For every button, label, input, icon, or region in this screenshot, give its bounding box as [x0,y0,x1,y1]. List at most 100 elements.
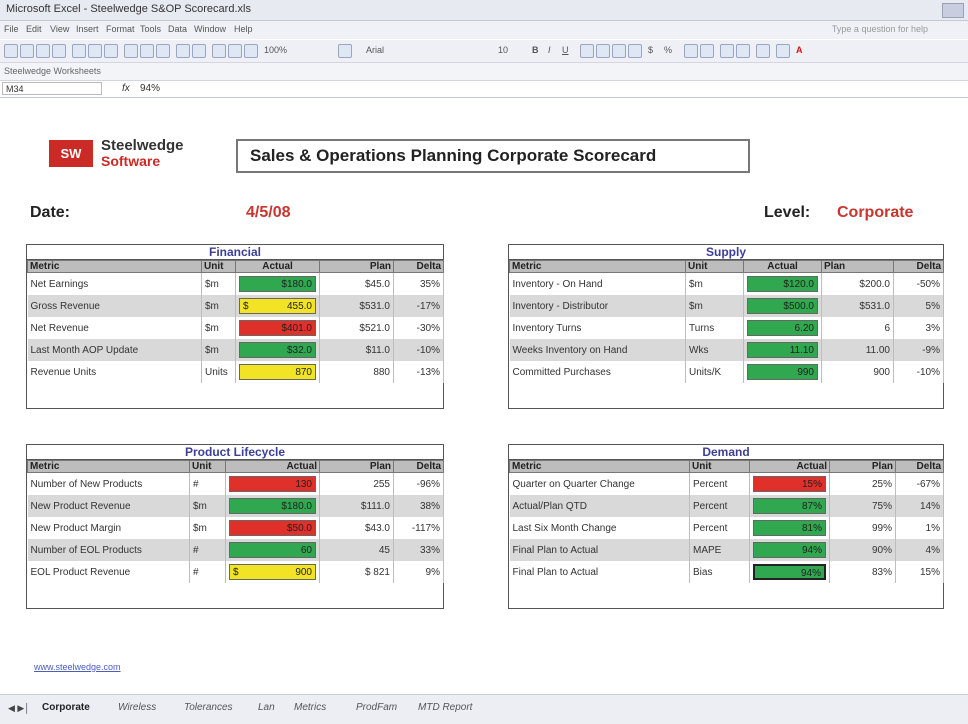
tab-scroll-icon[interactable]: ◀ ▶│ [8,703,30,714]
percent-icon[interactable]: % [664,45,672,55]
unit-cell[interactable]: # [189,539,226,561]
delta-cell[interactable]: -50% [893,272,944,295]
metric-cell[interactable]: EOL Product Revenue [27,561,190,583]
metric-cell[interactable]: Final Plan to Actual [509,561,690,583]
actual-cell[interactable]: $180.0 [225,495,320,517]
delta-cell[interactable]: -67% [895,472,944,495]
formula-input[interactable]: 94% [140,83,160,94]
metric-cell[interactable]: Number of New Products [27,472,190,495]
help-icon[interactable] [338,44,352,58]
tab-mtd-report[interactable]: MTD Report [418,702,472,713]
decrease-decimal-icon[interactable] [700,44,714,58]
unit-cell[interactable]: Bias [689,561,750,583]
unit-cell[interactable]: Percent [689,472,750,495]
help-search-input[interactable]: Type a question for help [832,24,928,34]
plan-cell[interactable]: $ 821 [319,561,394,583]
font-size-select[interactable]: 10 [498,45,508,55]
delta-cell[interactable]: 3% [893,317,944,339]
actual-cell[interactable]: 87% [749,495,830,517]
fx-icon[interactable]: fx [122,83,130,94]
delta-cell[interactable]: 14% [895,495,944,517]
delta-cell[interactable]: 9% [393,561,444,583]
metric-cell[interactable]: Weeks Inventory on Hand [509,339,686,361]
metric-cell[interactable]: New Product Revenue [27,495,190,517]
undo-icon[interactable] [176,44,190,58]
unit-cell[interactable]: # [189,472,226,495]
unit-cell[interactable]: $m [201,317,236,339]
delta-cell[interactable]: -10% [893,361,944,383]
level-value[interactable]: Corporate [837,204,913,222]
window-minimize-button[interactable] [942,3,964,18]
delta-cell[interactable]: 38% [393,495,444,517]
unit-cell[interactable]: # [189,561,226,583]
delta-cell[interactable]: -96% [393,472,444,495]
plan-cell[interactable]: $521.0 [319,317,394,339]
delta-cell[interactable]: 5% [893,295,944,317]
actual-cell[interactable]: $455.0 [235,295,320,317]
align-left-icon[interactable] [580,44,594,58]
zoom-select[interactable]: 100% [264,45,287,55]
unit-cell[interactable]: $m [201,339,236,361]
actual-cell[interactable]: 990 [743,361,822,383]
delta-cell[interactable]: 1% [895,517,944,539]
delta-cell[interactable]: 4% [895,539,944,561]
increase-decimal-icon[interactable] [684,44,698,58]
print-preview-icon[interactable] [88,44,102,58]
metric-cell[interactable]: Net Earnings [27,272,202,295]
unit-cell[interactable]: Percent [689,517,750,539]
plan-cell[interactable]: 25% [829,472,896,495]
metric-cell[interactable]: Number of EOL Products [27,539,190,561]
unit-cell[interactable]: Wks [685,339,744,361]
plan-cell[interactable]: $43.0 [319,517,394,539]
copy-icon[interactable] [140,44,154,58]
actual-cell[interactable]: $401.0 [235,317,320,339]
tab-tolerances[interactable]: Tolerances [184,702,233,713]
actual-cell[interactable]: 60 [225,539,320,561]
plan-cell[interactable]: 45 [319,539,394,561]
actual-cell[interactable]: $900 [225,561,320,583]
metric-cell[interactable]: Inventory Turns [509,317,686,339]
fill-color-icon[interactable] [776,44,790,58]
actual-cell[interactable]: 870 [235,361,320,383]
delta-cell[interactable]: -13% [393,361,444,383]
save-icon[interactable] [36,44,50,58]
actual-cell[interactable]: 94% [749,539,830,561]
unit-cell[interactable]: Percent [689,495,750,517]
plan-cell[interactable]: $200.0 [821,272,894,295]
metric-cell[interactable]: Revenue Units [27,361,202,383]
font-select[interactable]: Arial [366,45,384,55]
decrease-indent-icon[interactable] [720,44,734,58]
metric-cell[interactable]: New Product Margin [27,517,190,539]
redo-icon[interactable] [192,44,206,58]
delta-cell[interactable]: 15% [895,561,944,583]
delta-cell[interactable]: -117% [393,517,444,539]
metric-cell[interactable]: Net Revenue [27,317,202,339]
italic-icon[interactable]: I [548,45,551,55]
bold-icon[interactable]: B [532,45,539,55]
metric-cell[interactable]: Quarter on Quarter Change [509,472,690,495]
metric-cell[interactable]: Last Month AOP Update [27,339,202,361]
chart-wizard-icon[interactable] [244,44,258,58]
plan-cell[interactable]: 90% [829,539,896,561]
plan-cell[interactable]: $531.0 [319,295,394,317]
date-value[interactable]: 4/5/08 [246,204,290,222]
currency-icon[interactable]: $ [648,45,653,55]
unit-cell[interactable]: $m [685,295,744,317]
unit-cell[interactable]: $m [189,495,226,517]
tab-metrics[interactable]: Metrics [294,702,326,713]
borders-icon[interactable] [756,44,770,58]
metric-cell[interactable]: Last Six Month Change [509,517,690,539]
menu-tools[interactable]: Tools [140,24,161,34]
actual-cell[interactable]: 94% [749,561,830,583]
steelwedge-website-link[interactable]: www.steelwedge.com [34,662,121,672]
unit-cell[interactable]: $m [189,517,226,539]
plan-cell[interactable]: 6 [821,317,894,339]
metric-cell[interactable]: Final Plan to Actual [509,539,690,561]
new-icon[interactable] [4,44,18,58]
unit-cell[interactable]: Units/K [685,361,744,383]
menu-data[interactable]: Data [168,24,187,34]
plan-cell[interactable]: $45.0 [319,272,394,295]
menu-edit[interactable]: Edit [26,24,42,34]
delta-cell[interactable]: -10% [393,339,444,361]
menu-insert[interactable]: Insert [76,24,99,34]
